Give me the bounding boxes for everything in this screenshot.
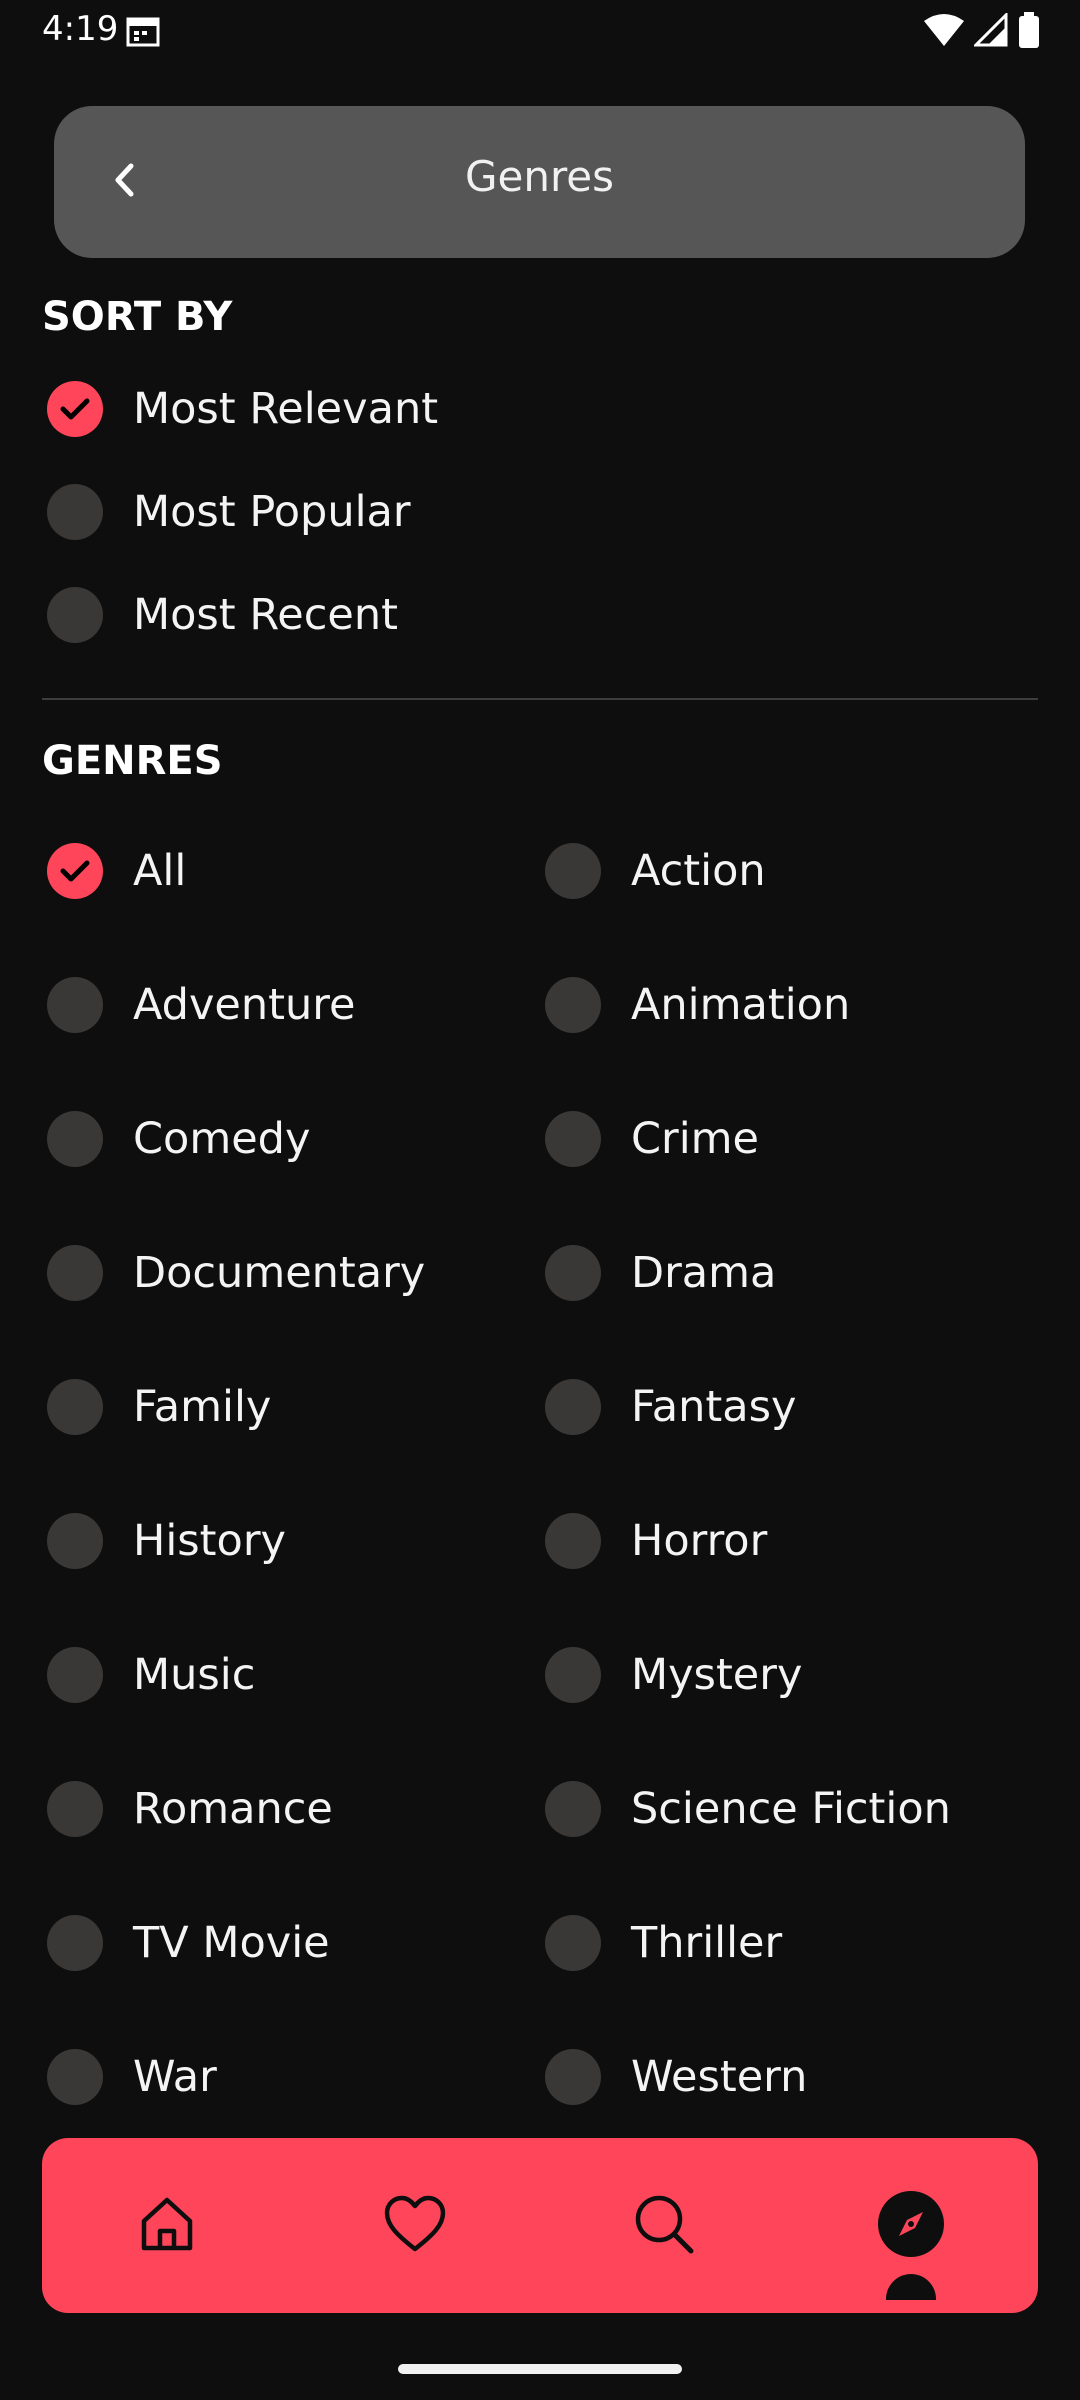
radio-unchecked[interactable] [47,1379,103,1435]
genre-label: Music [133,1650,256,1700]
genre-item-music[interactable]: Music [47,1647,255,1703]
genre-label: Documentary [133,1248,426,1298]
genre-item-comedy[interactable]: Comedy [47,1111,310,1167]
radio-unchecked[interactable] [47,1781,103,1837]
genre-label: Drama [631,1248,777,1298]
genre-item-animation[interactable]: Animation [545,977,850,1033]
genre-label: Crime [631,1114,759,1164]
genre-item-documentary[interactable]: Documentary [47,1245,425,1301]
battery-icon [1018,12,1040,52]
genre-label: Action [631,846,766,896]
genre-label: Romance [133,1784,333,1834]
radio-unchecked[interactable] [545,1647,601,1703]
radio-unchecked[interactable] [47,1111,103,1167]
nav-discover-button[interactable] [871,2184,951,2264]
radio-unchecked[interactable] [47,1915,103,1971]
genre-item-tv-movie[interactable]: TV Movie [47,1915,330,1971]
divider [42,698,1038,700]
status-time: 4:19 [42,9,119,49]
radio-unchecked[interactable] [545,1111,601,1167]
genre-label: Comedy [133,1114,311,1164]
sort-option-most-popular[interactable]: Most Popular [47,484,411,540]
genre-item-adventure[interactable]: Adventure [47,977,355,1033]
genre-item-all[interactable]: All [47,843,186,899]
genre-item-drama[interactable]: Drama [545,1245,776,1301]
nav-search-button[interactable] [624,2184,704,2264]
radio-checked[interactable] [47,381,103,437]
radio-unchecked[interactable] [47,587,103,643]
active-indicator [886,2274,936,2300]
radio-unchecked[interactable] [545,977,601,1033]
sort-option-label: Most Popular [133,487,411,537]
check-icon [60,398,90,420]
genre-item-action[interactable]: Action [545,843,766,899]
genre-item-war[interactable]: War [47,2049,217,2105]
radio-unchecked[interactable] [47,977,103,1033]
genre-label: Science Fiction [631,1784,951,1834]
radio-unchecked[interactable] [545,2049,601,2105]
genre-label: Mystery [631,1650,803,1700]
radio-unchecked[interactable] [545,1915,601,1971]
genres-section-title: GENRES [42,738,223,784]
sort-section-title: SORT BY [42,294,233,340]
radio-unchecked[interactable] [545,1379,601,1435]
wifi-icon [924,13,964,51]
search-icon [635,2195,694,2254]
nav-favorites-button[interactable] [375,2184,455,2264]
header-bar: Genres [54,106,1025,258]
genre-item-thriller[interactable]: Thriller [545,1915,782,1971]
compass-icon [878,2191,944,2257]
signal-icon [972,11,1008,51]
genre-item-family[interactable]: Family [47,1379,271,1435]
check-icon [60,860,90,882]
bottom-nav [42,2138,1038,2313]
genre-item-history[interactable]: History [47,1513,286,1569]
genre-label: Animation [631,980,851,1030]
status-bar: 4:19 [0,0,1080,62]
genre-item-romance[interactable]: Romance [47,1781,333,1837]
genre-label: Adventure [133,980,356,1030]
radio-unchecked[interactable] [545,1781,601,1837]
sort-option-most-recent[interactable]: Most Recent [47,587,398,643]
home-indicator [398,2364,682,2374]
genre-label: Western [631,2052,808,2102]
genre-label: Thriller [631,1918,783,1968]
radio-unchecked[interactable] [545,1513,601,1569]
calendar-icon [126,15,160,51]
nav-home-button[interactable] [127,2184,207,2264]
genre-label: History [133,1516,286,1566]
radio-unchecked[interactable] [47,1513,103,1569]
genre-label: All [133,846,187,896]
radio-unchecked[interactable] [545,1245,601,1301]
home-icon [141,2197,193,2251]
genre-label: Fantasy [631,1382,797,1432]
genre-label: Family [133,1382,272,1432]
genre-label: TV Movie [133,1918,330,1968]
genre-item-horror[interactable]: Horror [545,1513,767,1569]
radio-unchecked[interactable] [47,2049,103,2105]
page-title: Genres [464,152,615,201]
sort-option-most-relevant[interactable]: Most Relevant [47,381,438,437]
radio-unchecked[interactable] [47,1647,103,1703]
sort-option-label: Most Relevant [133,384,439,434]
radio-unchecked[interactable] [545,843,601,899]
genre-item-crime[interactable]: Crime [545,1111,759,1167]
genre-label: War [133,2052,217,2102]
genre-item-mystery[interactable]: Mystery [545,1647,802,1703]
genre-item-western[interactable]: Western [545,2049,807,2105]
sort-option-label: Most Recent [133,590,398,640]
radio-checked[interactable] [47,843,103,899]
genre-item-fantasy[interactable]: Fantasy [545,1379,796,1435]
radio-unchecked[interactable] [47,484,103,540]
heart-icon [384,2195,446,2252]
radio-unchecked[interactable] [47,1245,103,1301]
genre-label: Horror [631,1516,768,1566]
genre-item-science-fiction[interactable]: Science Fiction [545,1781,951,1837]
